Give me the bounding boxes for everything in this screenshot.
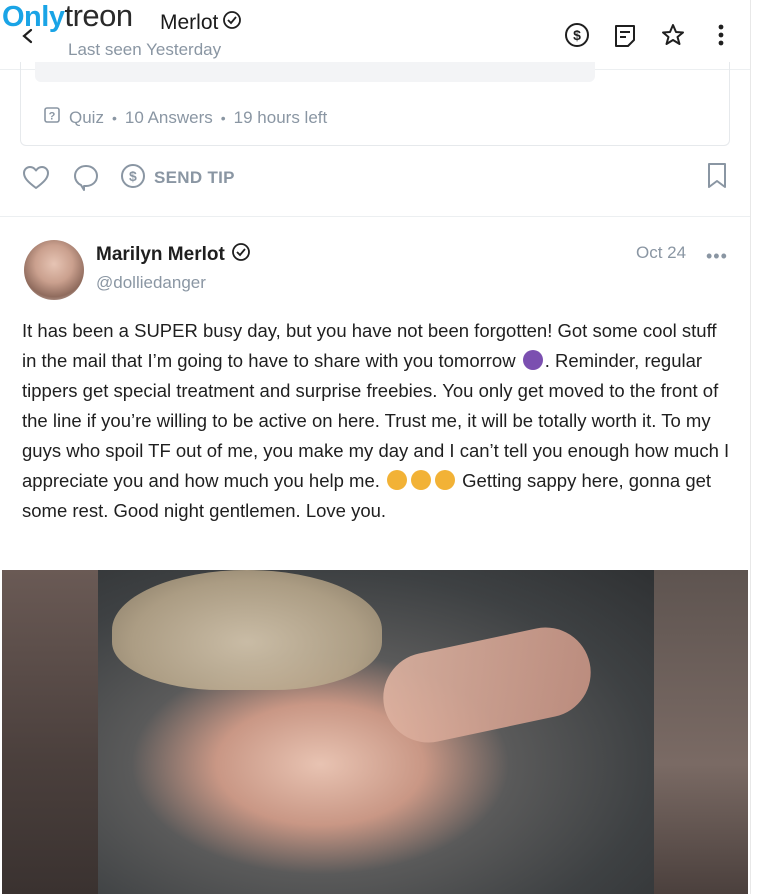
quiz-type-label: Quiz	[69, 107, 104, 127]
send-tip-button[interactable]: $ SEND TIP	[120, 163, 235, 194]
kiss-emoji-icon	[435, 470, 456, 490]
quiz-meta: ? Quiz • 10 Answers • 19 hours left	[43, 106, 327, 129]
scrollbar-track[interactable]	[750, 0, 763, 894]
post-author[interactable]: Marilyn Merlot	[96, 242, 251, 268]
verified-badge-icon	[222, 10, 242, 36]
svg-text:?: ?	[49, 111, 56, 123]
post-media-image[interactable]	[2, 570, 748, 894]
post-action-bar: $ SEND TIP	[20, 160, 732, 196]
post-author-name: Marilyn Merlot	[96, 244, 225, 265]
dollar-circle-icon: $	[120, 163, 146, 194]
star-icon[interactable]	[658, 20, 688, 50]
comment-bubble-icon[interactable]	[70, 162, 102, 194]
verified-badge-icon	[231, 242, 251, 268]
media-photo-detail	[112, 570, 382, 690]
separator-dot: •	[220, 109, 226, 126]
media-blur-right	[654, 570, 748, 894]
quiz-time-left: 19 hours left	[233, 107, 328, 127]
post-author-handle[interactable]: @dolliedanger	[96, 273, 206, 293]
post-date[interactable]: Oct 24	[636, 243, 686, 263]
header-actions: $	[562, 20, 736, 50]
quiz-card[interactable]: ? Quiz • 10 Answers • 19 hours left	[20, 62, 730, 146]
media-blur-left	[2, 570, 98, 894]
bookmark-icon[interactable]	[706, 162, 728, 195]
svg-text:$: $	[573, 27, 581, 43]
watermark-logo: Only treon	[2, 0, 133, 34]
kiss-emoji-icon	[387, 470, 408, 490]
quiz-answers-count: 10 Answers	[124, 107, 213, 127]
quiz-option-remnant	[35, 62, 595, 82]
post-more-menu-icon[interactable]: •••	[706, 246, 728, 267]
header-name-text: Merlot	[160, 11, 219, 34]
svg-text:$: $	[129, 168, 137, 184]
header-user-name[interactable]: Merlot	[160, 10, 242, 36]
quiz-icon: ?	[43, 106, 61, 129]
send-tip-label: SEND TIP	[154, 168, 235, 187]
more-vertical-icon[interactable]	[706, 20, 736, 50]
watermark-treon: treon	[64, 0, 133, 33]
avatar[interactable]	[24, 240, 84, 300]
kiss-emoji-icon	[411, 470, 432, 490]
dollar-icon[interactable]: $	[562, 20, 592, 50]
last-seen-status: Last seen Yesterday	[68, 40, 222, 59]
post-text: It has been a SUPER busy day, but you ha…	[22, 316, 736, 526]
notes-icon[interactable]	[610, 20, 640, 50]
devil-emoji-icon	[522, 350, 543, 370]
separator-dot: •	[111, 109, 117, 126]
watermark-only: Only	[2, 1, 65, 33]
post-divider	[0, 216, 750, 217]
like-heart-icon[interactable]	[20, 162, 52, 194]
